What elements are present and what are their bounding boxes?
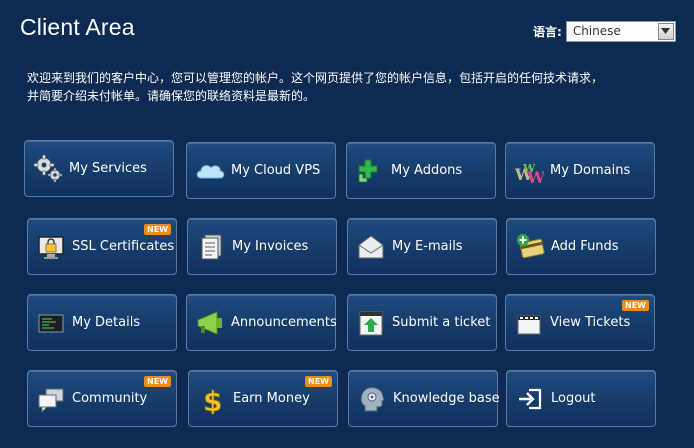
megaphone-icon xyxy=(195,308,225,338)
tile-knowledge-base[interactable]: Knowledge base xyxy=(348,370,500,427)
language-selector: 语言: Chinese xyxy=(533,19,676,43)
page-title: Client Area xyxy=(20,14,135,40)
tile-my-details[interactable]: My Details xyxy=(27,294,177,351)
tile-my-addons[interactable]: My Addons xyxy=(346,142,496,199)
tile-label: Announcements xyxy=(231,315,337,330)
tile-earn-money[interactable]: $ Earn Money NEW xyxy=(188,370,338,427)
terminal-icon xyxy=(36,308,66,338)
welcome-line-2: 并简要介绍未付帐单。请确保您的联络资料是最新的。 xyxy=(27,89,316,103)
tile-community[interactable]: Community NEW xyxy=(27,370,177,427)
upload-ticket-icon xyxy=(356,308,386,338)
new-badge: NEW xyxy=(622,300,649,311)
tile-my-emails[interactable]: My E-mails xyxy=(347,218,497,275)
tile-view-tickets[interactable]: View Tickets NEW xyxy=(505,294,655,351)
envelope-icon xyxy=(356,232,386,262)
new-badge: NEW xyxy=(305,376,332,387)
welcome-text: 欢迎来到我们的客户中心，您可以管理您的帐户。这个网页提供了您的帐户信息，包括开启… xyxy=(27,69,677,105)
tile-label: My Invoices xyxy=(232,239,309,254)
tile-label: My Services xyxy=(69,161,147,176)
new-badge: NEW xyxy=(144,224,171,235)
tile-announcements[interactable]: Announcements xyxy=(186,294,337,351)
tile-label: Knowledge base xyxy=(393,391,500,406)
logout-arrow-icon xyxy=(515,384,545,414)
tile-my-domains[interactable]: W W W My Domains xyxy=(505,142,655,199)
ticket-list-icon xyxy=(514,308,544,338)
tile-label: Earn Money xyxy=(233,391,310,406)
tile-label: My Addons xyxy=(391,163,463,178)
svg-text:$: $ xyxy=(203,385,222,414)
document-icon xyxy=(196,232,226,262)
tile-my-invoices[interactable]: My Invoices xyxy=(187,218,337,275)
cloud-icon xyxy=(195,156,225,186)
svg-text:W: W xyxy=(526,168,544,186)
tile-label: View Tickets xyxy=(550,315,631,330)
puzzle-plus-icon xyxy=(355,156,385,186)
language-selected-value: Chinese xyxy=(572,24,621,38)
tile-label: My Details xyxy=(72,315,141,330)
chevron-down-icon[interactable] xyxy=(657,22,674,40)
tile-label: SSL Certificates xyxy=(72,239,175,254)
dollar-icon: $ xyxy=(197,384,227,414)
tile-label: My E-mails xyxy=(392,239,463,254)
head-gear-icon xyxy=(357,384,387,414)
www-icon: W W W xyxy=(514,156,544,186)
gears-icon xyxy=(33,154,63,184)
tile-label: Logout xyxy=(551,391,596,406)
tile-label: My Cloud VPS xyxy=(231,163,321,178)
lock-monitor-icon xyxy=(36,232,66,262)
new-badge: NEW xyxy=(144,376,171,387)
tile-label: Add Funds xyxy=(551,239,619,254)
tile-my-cloud-vps[interactable]: My Cloud VPS xyxy=(186,142,336,199)
tile-my-services[interactable]: My Services xyxy=(24,140,174,197)
tile-logout[interactable]: Logout xyxy=(506,370,656,427)
chat-bubbles-icon xyxy=(36,384,66,414)
language-label: 语言: xyxy=(533,24,562,39)
welcome-line-1: 欢迎来到我们的客户中心，您可以管理您的帐户。这个网页提供了您的帐户信息，包括开启… xyxy=(27,71,604,85)
tile-label: Submit a ticket xyxy=(392,315,491,330)
tile-label: My Domains xyxy=(550,163,631,178)
tile-add-funds[interactable]: Add Funds xyxy=(506,218,656,275)
credit-card-plus-icon xyxy=(515,232,545,262)
tile-label: Community xyxy=(72,391,148,406)
tile-submit-ticket[interactable]: Submit a ticket xyxy=(347,294,497,351)
tile-ssl-certificates[interactable]: SSL Certificates NEW xyxy=(27,218,177,275)
language-select[interactable]: Chinese xyxy=(565,20,676,42)
